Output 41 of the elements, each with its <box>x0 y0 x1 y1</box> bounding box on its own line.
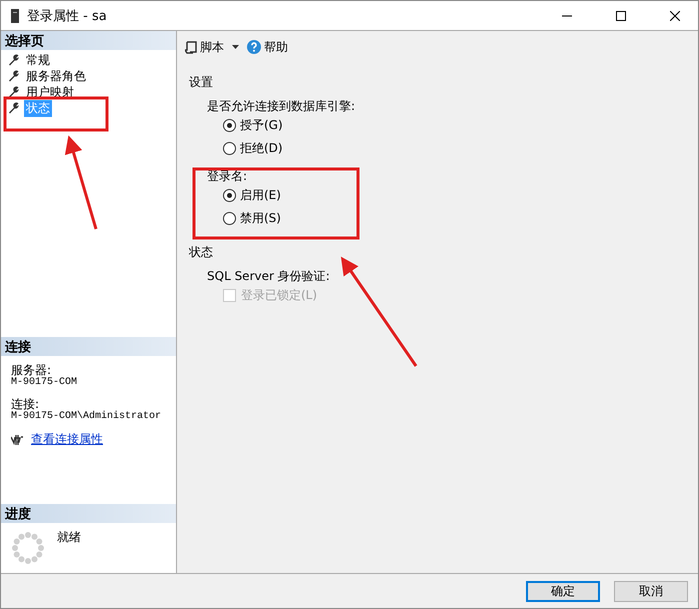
progress-status: 就绪 <box>57 531 81 546</box>
radio-option[interactable]: 授予(G) <box>207 114 698 137</box>
server-icon <box>11 8 19 22</box>
help-button[interactable]: 帮助 <box>247 38 288 56</box>
section-header: 选择页 <box>1 31 176 50</box>
radio-option[interactable]: 启用(E) <box>207 184 698 207</box>
option-question: 是否允许连接到数据库引擎: <box>207 98 356 114</box>
radio-option[interactable]: 禁用(S) <box>207 207 698 230</box>
connection-name: M-90175-COM\Administrator <box>11 411 162 423</box>
dialog-button[interactable]: 确定 <box>526 580 600 602</box>
spinner-icon <box>11 531 45 565</box>
window-title: 登录属性 - sa <box>27 8 108 24</box>
radio-icon[interactable] <box>223 212 236 225</box>
close-icon <box>670 10 680 20</box>
wrench-icon <box>8 102 20 114</box>
script-button[interactable]: 脚本 <box>185 38 224 56</box>
wrench-icon <box>8 86 20 98</box>
server-name: M-90175-COM <box>11 377 78 389</box>
radio-icon[interactable] <box>223 119 236 132</box>
script-icon <box>185 40 197 54</box>
connection-label: 连接: <box>11 398 40 411</box>
dialog-button[interactable]: 取消 <box>614 580 688 602</box>
help-icon <box>247 40 261 54</box>
server-label: 服务器: <box>11 364 52 377</box>
option-question: 登录名: <box>207 168 248 184</box>
section-heading: 设置 <box>189 74 214 90</box>
dropdown-arrow-icon[interactable] <box>232 45 239 49</box>
radio-icon[interactable] <box>223 142 236 155</box>
section-header: 连接 <box>1 337 176 356</box>
connection-properties-link[interactable]: 查看连接属性 <box>31 431 103 448</box>
plug-icon <box>11 434 23 444</box>
page-item[interactable]: 服务器角色 <box>24 68 88 84</box>
section-header: 进度 <box>1 504 176 523</box>
wrench-icon <box>8 70 20 82</box>
auth-label: SQL Server 身份验证: <box>207 268 331 284</box>
maximize-icon <box>616 10 626 20</box>
radio-icon[interactable] <box>223 189 236 202</box>
radio-option[interactable]: 拒绝(D) <box>207 137 698 160</box>
section-heading: 状态 <box>189 244 214 260</box>
page-item[interactable]: 常规 <box>24 52 52 68</box>
wrench-icon <box>8 54 20 66</box>
